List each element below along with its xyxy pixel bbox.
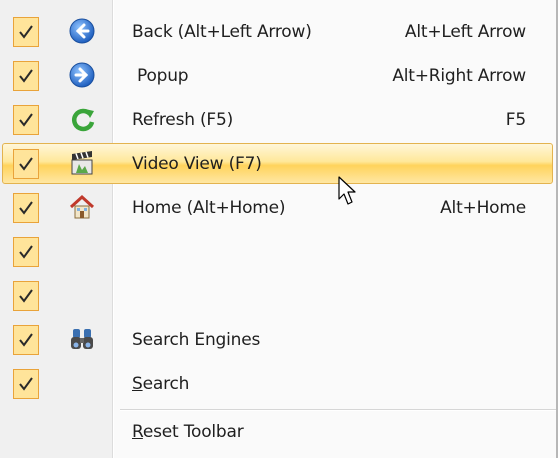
refresh-icon [68, 105, 98, 135]
menu-item-label: Search Engines [132, 330, 261, 350]
menu-item-label: Search [132, 374, 189, 394]
home-icon [68, 193, 98, 223]
menu-item-label: Popup [137, 66, 189, 86]
checkmark-icon[interactable] [13, 105, 39, 135]
access-key: R [132, 422, 143, 442]
menu-item-label: Home (Alt+Home) [132, 198, 286, 218]
menu-item-shortcut: F5 [505, 110, 526, 130]
menu-item-label: Back (Alt+Left Arrow) [132, 22, 312, 42]
checkmark-icon[interactable] [13, 193, 39, 223]
checkmark-icon[interactable] [13, 237, 39, 267]
access-key: S [132, 374, 143, 394]
checkmark-icon[interactable] [13, 61, 39, 91]
menu-item-shortcut: Alt+Left Arrow [404, 22, 526, 42]
checkmark-icon[interactable] [13, 325, 39, 355]
menu-item-shortcut: Alt+Home [440, 198, 526, 218]
clapperboard-icon [68, 149, 98, 179]
checkmark-icon[interactable] [13, 281, 39, 311]
checkmark-icon[interactable] [13, 17, 39, 47]
checkmark-icon[interactable] [13, 149, 39, 179]
menu-item-label-rest: eset Toolbar [142, 422, 244, 442]
menu-item-shortcut: Alt+Right Arrow [392, 66, 526, 86]
checkmark-icon[interactable] [13, 369, 39, 399]
menu-item-label: Video View (F7) [132, 154, 262, 174]
mouse-cursor-icon [338, 176, 360, 210]
menu-item-label-rest: earch [142, 374, 190, 394]
toolbar-customize-menu: Back (Alt+Left Arrow) Alt+Left Arrow Pop… [0, 0, 558, 458]
forward-arrow-icon [68, 61, 98, 91]
gutter-divider [113, 0, 114, 458]
menu-separator-highlight [120, 410, 556, 411]
binoculars-icon [68, 325, 98, 355]
back-arrow-icon [68, 17, 98, 47]
menu-item-label: Refresh (F5) [132, 110, 234, 130]
menu-item-label: Reset Toolbar [132, 422, 244, 442]
